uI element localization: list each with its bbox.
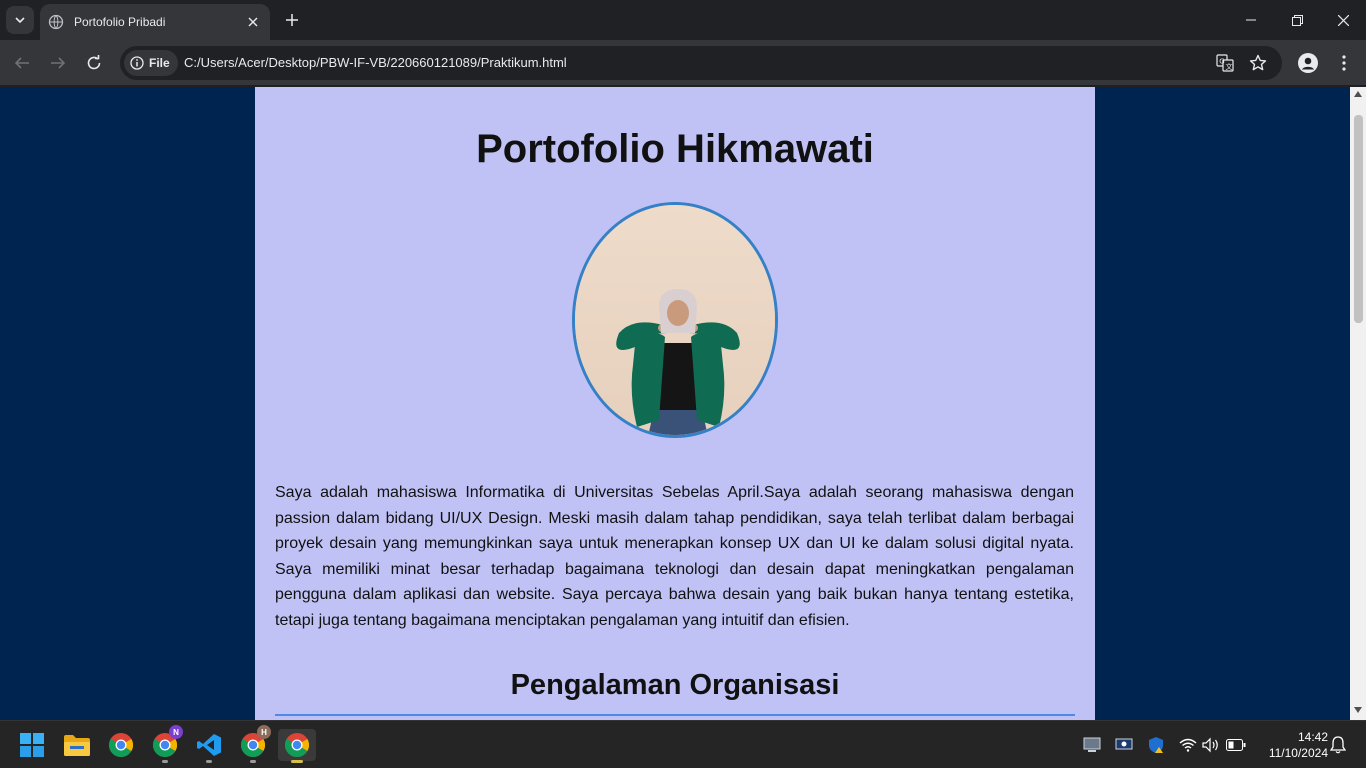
battery-icon[interactable] (1225, 734, 1247, 756)
profile-avatar-icon[interactable] (1296, 51, 1320, 75)
notification-bell-icon[interactable] (1327, 734, 1349, 756)
minimize-button[interactable] (1228, 0, 1274, 40)
clock-date: 11/10/2024 (1268, 746, 1328, 760)
clock-time: 14:42 (1297, 730, 1328, 744)
vscode-icon (197, 734, 221, 756)
site-info-chip[interactable]: File (124, 50, 178, 76)
profile-photo (572, 202, 778, 438)
reload-button[interactable] (82, 51, 106, 75)
bookmark-star-icon[interactable] (1248, 53, 1268, 73)
forward-button[interactable] (46, 51, 70, 75)
taskbar-chrome-profile-h[interactable]: H (237, 725, 271, 763)
browser-toolbar: File C:/Users/Acer/Desktop/PBW-IF-VB/220… (0, 40, 1366, 86)
tab-search-button[interactable] (6, 6, 34, 34)
running-indicator (206, 760, 212, 763)
taskbar-chrome-profile-n[interactable]: N (149, 725, 183, 763)
taskbar-chrome[interactable] (105, 729, 137, 761)
minimize-icon (1246, 19, 1256, 21)
site-info-label: File (149, 56, 170, 70)
taskbar-chrome-active[interactable] (278, 729, 316, 763)
globe-icon (48, 14, 64, 30)
browser-tab[interactable]: Portofolio Pribadi (40, 4, 270, 40)
scrollbar-thumb[interactable] (1354, 115, 1363, 323)
tray-monitor-icon[interactable] (1113, 734, 1135, 756)
security-shield-icon[interactable] (1145, 734, 1167, 756)
tab-strip: Portofolio Pribadi (0, 0, 1366, 40)
windows-taskbar: N H 14:42 11/10/2024 (0, 720, 1366, 768)
profile-badge: H (257, 725, 271, 739)
taskbar-vscode[interactable] (193, 729, 225, 763)
windows-logo-icon (20, 733, 44, 757)
close-tab-icon[interactable] (244, 13, 262, 31)
new-tab-button[interactable] (282, 10, 302, 30)
running-indicator (162, 760, 168, 763)
page-title: Portofolio Hikmawati (476, 127, 874, 171)
tab-title: Portofolio Pribadi (74, 15, 166, 29)
folder-icon (64, 735, 90, 756)
arrow-left-icon (14, 57, 29, 69)
reload-icon (87, 55, 101, 70)
chevron-down-icon (15, 17, 25, 24)
info-icon (130, 56, 144, 70)
profile-badge: N (169, 725, 183, 739)
taskbar-file-explorer[interactable] (61, 729, 93, 761)
page-viewport: Portofolio Hikmawati Saya adalah mahasis… (0, 87, 1350, 720)
portfolio-card: Portofolio Hikmawati Saya adalah mahasis… (255, 87, 1095, 720)
back-button[interactable] (10, 51, 34, 75)
plus-icon (286, 14, 298, 26)
wifi-icon[interactable] (1177, 734, 1199, 756)
address-bar[interactable]: File C:/Users/Acer/Desktop/PBW-IF-VB/220… (120, 46, 1282, 80)
close-icon (1337, 14, 1349, 26)
system-clock[interactable]: 14:42 11/10/2024 (1258, 729, 1328, 761)
section-heading: Pengalaman Organisasi (510, 669, 840, 701)
more-menu-icon[interactable] (1334, 51, 1354, 75)
tray-app-icon[interactable] (1081, 734, 1103, 756)
translate-icon[interactable]: G文 (1215, 53, 1235, 73)
close-window-button[interactable] (1320, 0, 1366, 40)
svg-text:文: 文 (1226, 62, 1233, 71)
restore-icon (1291, 14, 1303, 26)
page-scrollbar[interactable] (1350, 87, 1366, 720)
restore-button[interactable] (1274, 0, 1320, 40)
chrome-icon (109, 733, 133, 757)
bio-paragraph: Saya adalah mahasiswa Informatika di Uni… (275, 484, 1074, 629)
section-divider (275, 714, 1075, 716)
scroll-down-icon[interactable] (1354, 707, 1362, 715)
volume-icon[interactable] (1200, 734, 1222, 756)
running-indicator (250, 760, 256, 763)
start-button[interactable] (16, 729, 48, 761)
scroll-up-icon[interactable] (1354, 91, 1362, 99)
url-text[interactable]: C:/Users/Acer/Desktop/PBW-IF-VB/22066012… (184, 55, 567, 70)
arrow-right-icon (51, 57, 66, 69)
chrome-icon (285, 733, 309, 757)
svg-text:G: G (1219, 58, 1224, 66)
active-indicator (291, 760, 303, 763)
